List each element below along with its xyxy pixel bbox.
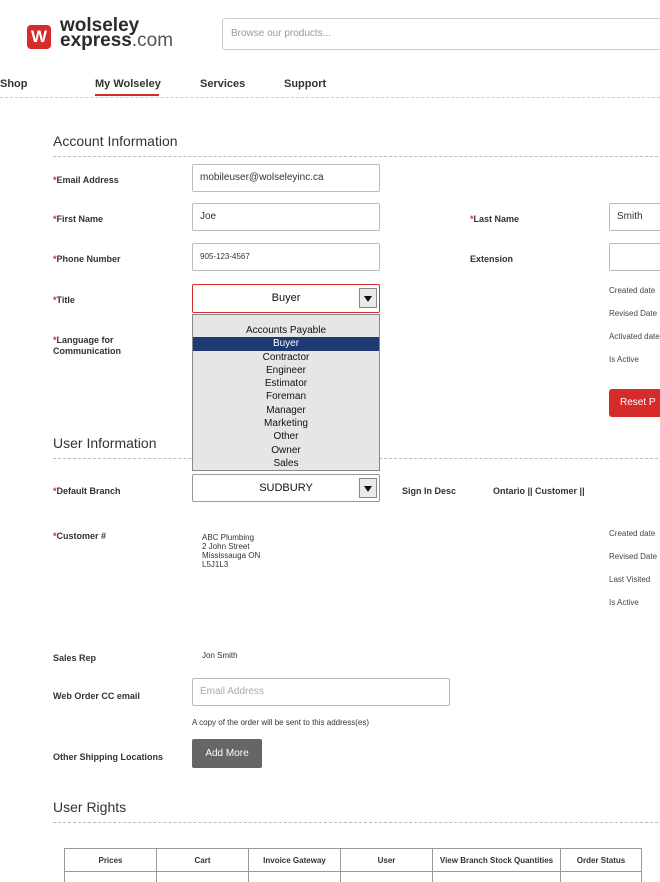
title-option[interactable]: Engineer [193,364,379,377]
account-info-heading: Account Information [53,133,178,149]
wolseley-logo-text[interactable]: wolseley express.com [60,16,174,51]
nav-support[interactable]: Support [284,78,326,90]
table-cell[interactable] [432,871,561,882]
user-rights-heading: User Rights [53,799,127,815]
revised-date-label: Revised Date [609,309,658,318]
title-option[interactable]: Estimator [193,377,379,390]
language-label: *Language for Communication [53,335,122,356]
column-header-view-branch-stock: View Branch Stock Quantities [432,848,561,872]
default-branch-select[interactable]: SUDBURY [192,474,380,502]
other-shipping-label: Other Shipping Locations [53,752,163,762]
customer-number-label: *Customer # [53,531,107,541]
table-header-row: Prices Cart Invoice Gateway User View Br… [64,848,642,872]
title-option[interactable]: Contractor [193,351,379,364]
table-cell[interactable] [156,871,249,882]
chevron-down-icon[interactable] [359,288,377,308]
user-rights-divider [53,822,660,823]
nav-services[interactable]: Services [200,78,245,90]
column-header-invoice-gateway: Invoice Gateway [248,848,341,872]
cc-email-note: A copy of the order will be sent to this… [192,718,369,727]
title-select[interactable]: Buyer [192,284,380,313]
is-active-label: Is Active [609,355,639,364]
sales-rep-value: Jon Smith [202,651,238,660]
table-cell[interactable] [248,871,341,882]
table-cell[interactable] [340,871,433,882]
column-header-order-status: Order Status [560,848,642,872]
last-name-label: *Last Name [470,214,520,224]
user-info-heading: User Information [53,435,157,451]
column-header-cart: Cart [156,848,249,872]
last-name-field[interactable]: Smith [609,203,660,231]
created-date-label: Created date [609,286,656,295]
title-label: *Title [53,295,75,305]
product-search-input[interactable]: Browse our products... [222,18,660,50]
customer-address-line: ABC Plumbing [202,533,255,542]
table-cell[interactable] [560,871,642,882]
phone-field[interactable]: 905-123-4567 [192,243,380,271]
sales-rep-label: Sales Rep [53,653,97,663]
title-option[interactable]: Accounts Payable [193,324,379,337]
first-name-label: *First Name [53,214,104,224]
nav-active-indicator [95,94,159,96]
customer-address-line: L5J1L3 [202,560,229,569]
revised-date-label: Revised Date [609,552,658,561]
extension-field[interactable] [609,243,660,271]
logo-line-2-suffix: .com [131,30,174,51]
sign-in-desc-label: Sign In Desc [402,486,457,496]
title-option[interactable]: Manager [193,404,379,417]
title-option[interactable]: Foreman [193,390,379,403]
nav-shop[interactable]: Shop [0,78,28,90]
account-divider [53,156,660,157]
page: W wolseley express.com Browse our produc… [0,0,660,882]
reset-password-button[interactable]: Reset P [609,389,660,417]
customer-address: ABC Plumbing 2 John Street Mississauga O… [202,533,260,569]
first-name-field[interactable]: Joe [192,203,380,231]
table-row [64,871,642,882]
is-active-label: Is Active [609,598,639,607]
chevron-down-icon[interactable] [359,478,377,498]
default-branch-label: *Default Branch [53,486,121,496]
customer-address-line: 2 John Street [202,542,250,551]
default-branch-value: SUDBURY [259,482,313,494]
nav-divider [0,97,660,98]
title-select-value: Buyer [271,292,301,304]
last-visited-label: Last Visited [609,575,651,584]
email-field[interactable]: mobileuser@wolseleyinc.ca [192,164,380,192]
customer-address-line: Mississauga ON [202,551,261,560]
title-option[interactable]: Marketing [193,417,379,430]
add-more-button[interactable]: Add More [192,739,262,768]
title-option[interactable]: Sales [193,457,379,470]
table-cell[interactable] [64,871,157,882]
cc-email-label: Web Order CC email [53,691,140,701]
phone-label: *Phone Number [53,254,121,264]
title-dropdown-list[interactable]: Accounts Payable Buyer Contractor Engine… [192,314,380,472]
title-option[interactable]: Other [193,430,379,443]
cc-email-field[interactable]: Email Address [192,678,450,706]
title-option-selected[interactable]: Buyer [193,337,379,351]
nav-my-wolseley[interactable]: My Wolseley [95,78,161,90]
email-label: *Email Address [53,175,119,185]
extension-label: Extension [470,254,514,264]
created-date-label: Created date [609,529,656,538]
column-header-user: User [340,848,433,872]
sign-in-desc-value: Ontario || Customer || [493,486,585,496]
column-header-prices: Prices [64,848,157,872]
title-option[interactable]: Owner [193,444,379,457]
wolseley-logo-icon[interactable]: W [27,25,51,49]
user-rights-table: Prices Cart Invoice Gateway User View Br… [64,848,642,882]
logo-line-2: express.com [60,30,174,51]
logo-line-2-main: express [60,30,132,51]
activated-date-label: Activated date [609,332,660,341]
